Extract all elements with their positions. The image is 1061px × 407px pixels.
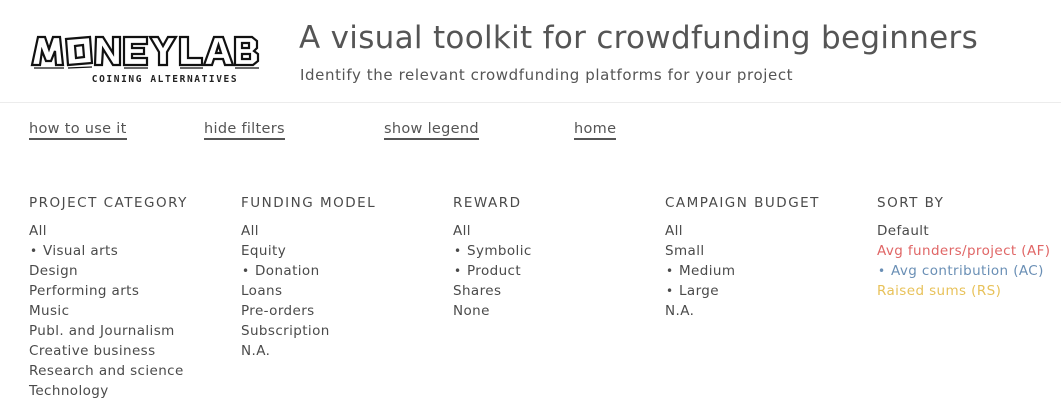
filter-option-na[interactable]: N.A.	[241, 341, 451, 361]
filter-option-research-science[interactable]: Research and science	[29, 361, 239, 381]
page-header: COINING ALTERNATIVES A visual toolkit fo…	[0, 0, 1061, 103]
filter-option-shares[interactable]: Shares	[453, 281, 663, 301]
hide-filters-link[interactable]: hide filters	[204, 120, 285, 140]
filter-option-all[interactable]: All	[665, 221, 875, 241]
reward-filter: REWARD All Symbolic Product Shares None	[453, 193, 663, 321]
page-title: A visual toolkit for crowdfunding beginn…	[299, 20, 979, 56]
filter-heading: CAMPAIGN BUDGET	[665, 195, 820, 211]
sort-by-filter: SORT BY Default Avg funders/project (AF)…	[877, 193, 1061, 301]
filter-option-publ-journalism[interactable]: Publ. and Journalism	[29, 321, 239, 341]
filter-option-visual-arts[interactable]: Visual arts	[29, 241, 239, 261]
filter-option-medium[interactable]: Medium	[665, 261, 875, 281]
project-category-filter: PROJECT CATEGORY All Visual arts Design …	[29, 193, 239, 401]
filter-option-pre-orders[interactable]: Pre-orders	[241, 301, 451, 321]
filter-option-all[interactable]: All	[29, 221, 239, 241]
sort-option-raised-sums[interactable]: Raised sums (RS)	[877, 281, 1061, 301]
page-subtitle: Identify the relevant crowdfunding platf…	[300, 66, 794, 84]
filter-option-donation[interactable]: Donation	[241, 261, 451, 281]
filter-option-symbolic[interactable]: Symbolic	[453, 241, 663, 261]
filter-option-design[interactable]: Design	[29, 261, 239, 281]
funding-model-filter: FUNDING MODEL All Equity Donation Loans …	[241, 193, 451, 361]
logo-tagline: COINING ALTERNATIVES	[91, 74, 239, 85]
filter-option-loans[interactable]: Loans	[241, 281, 451, 301]
filter-heading: PROJECT CATEGORY	[29, 195, 188, 211]
filter-option-small[interactable]: Small	[665, 241, 875, 261]
filter-heading: SORT BY	[877, 195, 945, 211]
filter-option-equity[interactable]: Equity	[241, 241, 451, 261]
filter-option-music[interactable]: Music	[29, 301, 239, 321]
filter-option-na[interactable]: N.A.	[665, 301, 875, 321]
filter-heading: REWARD	[453, 195, 522, 211]
filter-option-creative-business[interactable]: Creative business	[29, 341, 239, 361]
filter-option-large[interactable]: Large	[665, 281, 875, 301]
sort-option-avg-contribution[interactable]: Avg contribution (AC)	[877, 261, 1061, 281]
how-to-use-link[interactable]: how to use it	[29, 120, 127, 140]
sort-option-avg-funders[interactable]: Avg funders/project (AF)	[877, 241, 1061, 261]
moneylab-wordmark-icon	[30, 35, 260, 69]
home-link[interactable]: home	[574, 120, 617, 140]
filter-option-all[interactable]: All	[241, 221, 451, 241]
sort-option-default[interactable]: Default	[877, 221, 1061, 241]
filter-option-subscription[interactable]: Subscription	[241, 321, 451, 341]
campaign-budget-filter: CAMPAIGN BUDGET All Small Medium Large N…	[665, 193, 875, 321]
filter-heading: FUNDING MODEL	[241, 195, 377, 211]
filter-option-none[interactable]: None	[453, 301, 663, 321]
show-legend-link[interactable]: show legend	[384, 120, 479, 140]
filter-option-product[interactable]: Product	[453, 261, 663, 281]
filter-option-all[interactable]: All	[453, 221, 663, 241]
filter-option-performing-arts[interactable]: Performing arts	[29, 281, 239, 301]
filter-option-technology[interactable]: Technology	[29, 381, 239, 401]
moneylab-logo[interactable]: COINING ALTERNATIVES	[30, 33, 260, 88]
